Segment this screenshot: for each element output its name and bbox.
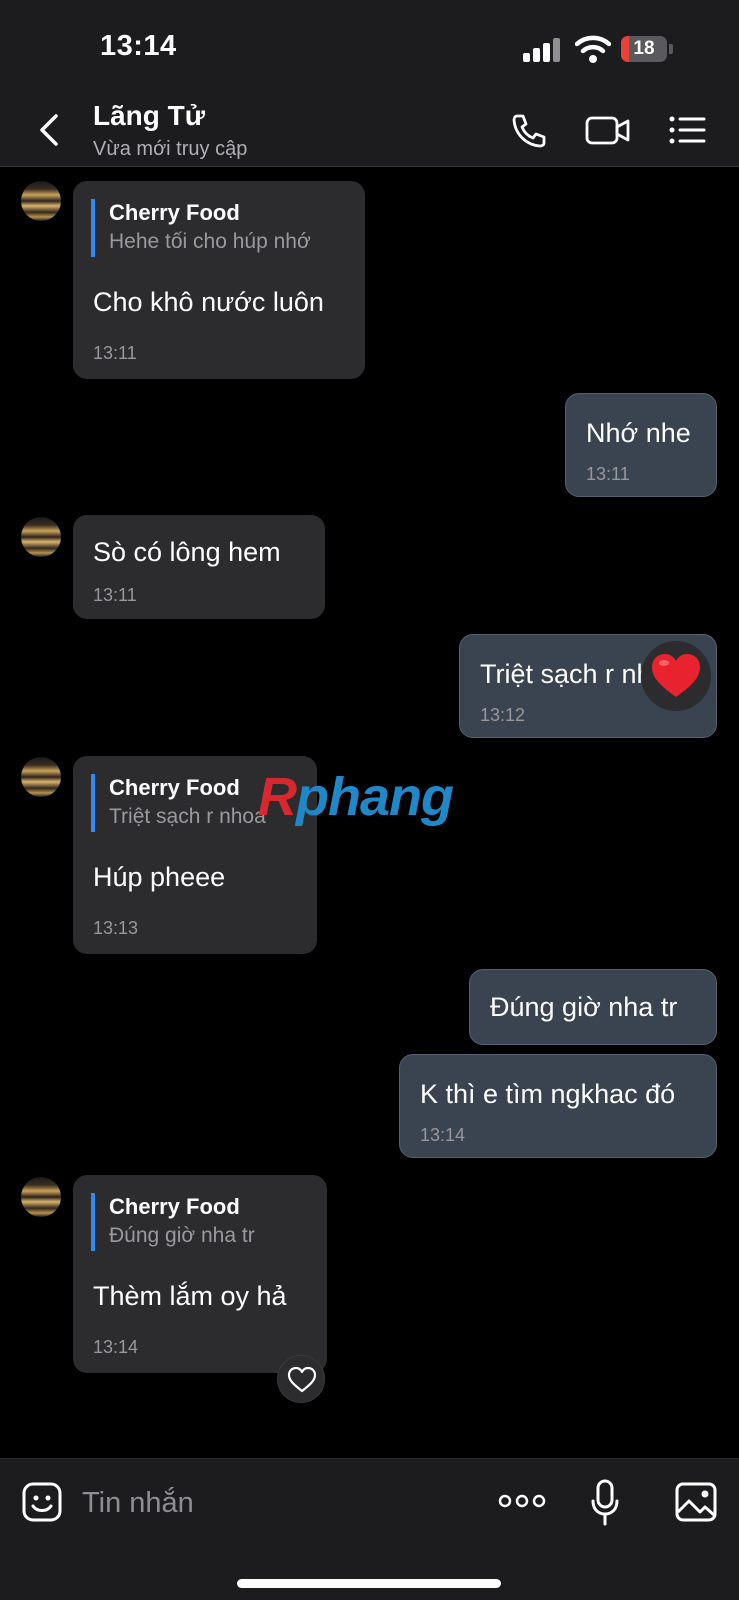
message-time: 13:12 xyxy=(480,705,526,725)
heart-reaction-icon xyxy=(652,654,700,697)
signal-icon xyxy=(523,38,563,62)
message-time: 13:11 xyxy=(93,343,137,363)
microphone-icon[interactable] xyxy=(590,1479,620,1527)
status-bar: 13:14 18 xyxy=(0,0,739,96)
message-text: K thì e tìm ngkhac đó xyxy=(420,1079,676,1109)
back-icon[interactable] xyxy=(34,112,64,148)
message-text: Sò có lông hem xyxy=(93,537,281,567)
message-text: Húp pheee xyxy=(93,862,226,892)
avatar[interactable] xyxy=(21,757,61,797)
like-button[interactable] xyxy=(277,1355,325,1403)
quoted-sender: Cherry Food xyxy=(109,200,240,225)
avatar[interactable] xyxy=(21,1177,61,1217)
image-icon[interactable] xyxy=(674,1481,718,1523)
battery-level: 18 xyxy=(633,38,655,59)
home-indicator[interactable] xyxy=(237,1579,501,1588)
reaction-badge[interactable] xyxy=(641,641,711,711)
quoted-message[interactable]: Cherry Food Hehe tối cho húp nhớ xyxy=(91,199,311,257)
message-time: 13:14 xyxy=(93,1337,139,1357)
message-time: 13:11 xyxy=(586,464,630,484)
message-composer: Tin nhắn xyxy=(0,1458,739,1600)
message-text: Nhớ nhe xyxy=(586,418,691,448)
message-bubble-outgoing[interactable]: Nhớ nhe 13:11 xyxy=(565,393,717,497)
more-icon[interactable] xyxy=(498,1492,546,1510)
like-icon xyxy=(287,1366,317,1393)
contact-status: Vừa mới truy cập xyxy=(93,138,248,160)
message-input[interactable]: Tin nhắn xyxy=(82,1487,194,1520)
quoted-message[interactable]: Cherry Food Triệt sạch r nhoa xyxy=(91,774,266,832)
quoted-message[interactable]: Cherry Food Đúng giờ nha tr xyxy=(91,1193,255,1251)
quoted-sender: Cherry Food xyxy=(109,775,240,800)
avatar[interactable] xyxy=(21,181,61,221)
video-call-icon[interactable] xyxy=(585,112,631,148)
message-time: 13:13 xyxy=(93,918,139,938)
message-time: 13:11 xyxy=(93,585,137,605)
battery-indicator: 18 xyxy=(621,36,673,62)
quoted-sender: Cherry Food xyxy=(109,1194,240,1219)
menu-list-icon[interactable] xyxy=(668,112,708,148)
message-time: 13:14 xyxy=(420,1125,466,1145)
quoted-text: Hehe tối cho húp nhớ xyxy=(109,230,311,253)
message-text: Cho khô nước luôn xyxy=(93,287,324,317)
message-bubble-incoming[interactable]: Cherry Food Hehe tối cho húp nhớ Cho khô… xyxy=(73,181,365,379)
message-bubble-incoming[interactable]: Cherry Food Đúng giờ nha tr Thèm lắm oy … xyxy=(73,1175,327,1373)
contact-name[interactable]: Lãng Tử xyxy=(93,100,205,132)
phone-icon[interactable] xyxy=(508,112,548,148)
message-text: Thèm lắm oy hả xyxy=(93,1281,287,1311)
sticker-icon[interactable] xyxy=(21,1481,63,1523)
message-bubble-incoming[interactable]: Sò có lông hem 13:11 xyxy=(73,515,325,619)
avatar[interactable] xyxy=(21,517,61,557)
wifi-icon xyxy=(575,35,611,63)
quoted-text: Triệt sạch r nhoa xyxy=(109,805,266,828)
status-time: 13:14 xyxy=(100,30,177,62)
message-bubble-outgoing[interactable]: Đúng giờ nha tr xyxy=(469,969,717,1045)
quoted-text: Đúng giờ nha tr xyxy=(109,1224,255,1247)
chat-header: Lãng Tử Vừa mới truy cập xyxy=(0,96,739,167)
watermark: Rphang xyxy=(258,767,454,827)
message-text: Đúng giờ nha tr xyxy=(490,992,678,1022)
message-bubble-outgoing[interactable]: K thì e tìm ngkhac đó 13:14 xyxy=(399,1054,717,1158)
